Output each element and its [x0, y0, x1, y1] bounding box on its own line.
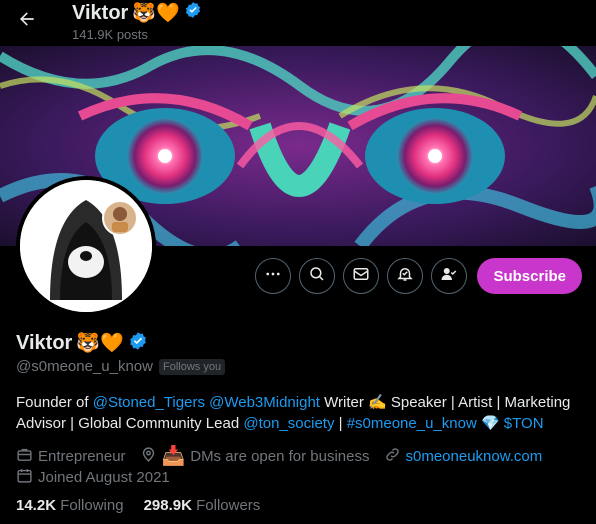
bio-mention-stoned-tigers[interactable]: @Stoned_Tigers — [93, 394, 205, 411]
following-count: 14.2K — [16, 497, 57, 514]
bio-text: Founder of — [16, 394, 93, 411]
profile-bio: Founder of @Stoned_Tigers @Web3Midnight … — [16, 392, 584, 434]
profile-name: Viktor — [16, 331, 73, 354]
location-pin-icon — [140, 446, 157, 467]
profile-handle-row: @s0meone_u_know Follows you — [16, 358, 226, 375]
bio-text: | — [334, 415, 347, 432]
profile-actions: Subscribe — [255, 258, 582, 294]
followers-link[interactable]: 298.9K Followers — [144, 497, 261, 514]
followers-count: 298.9K — [143, 497, 192, 514]
following-button[interactable] — [431, 258, 468, 294]
bio-text: 💎 — [476, 415, 504, 432]
header-title-row: Viktor 🐯🧡 — [72, 0, 202, 26]
bio-cashtag-ton[interactable]: $TON — [504, 415, 544, 432]
more-dots-icon — [264, 265, 282, 288]
verified-badge-icon — [184, 1, 202, 25]
following-label: Following — [60, 497, 124, 514]
website-link[interactable]: s0meoneuknow.com — [406, 448, 543, 465]
search-icon — [308, 265, 326, 288]
website-item: s0meoneuknow.com — [384, 446, 543, 467]
profile-name-row: Viktor 🐯🧡 — [16, 330, 148, 356]
search-button[interactable] — [299, 258, 336, 294]
profile-handle: @s0meone_u_know — [16, 358, 153, 375]
joined-item: Joined August 2021 — [16, 467, 170, 488]
posts-count: 141.9K posts — [72, 27, 148, 42]
subscribe-button[interactable]: Subscribe — [477, 258, 582, 294]
following-link[interactable]: 14.2K Following — [16, 497, 124, 514]
bell-check-icon — [396, 265, 414, 288]
name-emojis: 🐯🧡 — [76, 331, 124, 354]
bio-hashtag[interactable]: #s0meone_u_know — [347, 415, 477, 432]
joined-text: Joined August 2021 — [38, 469, 170, 486]
bio-mention-ton-society[interactable]: @ton_society — [243, 415, 334, 432]
inbox-emoji-icon: 📥 — [161, 445, 186, 467]
link-icon — [384, 446, 401, 467]
top-bar: Viktor 🐯🧡 141.9K posts — [0, 0, 596, 46]
location-text: DMs are open for business — [190, 448, 370, 465]
followers-label: Followers — [196, 497, 261, 514]
person-check-icon — [440, 265, 458, 288]
avatar-image — [20, 180, 152, 312]
header-title: Viktor — [72, 1, 129, 24]
header-emojis: 🐯🧡 — [132, 1, 180, 24]
profile-avatar[interactable] — [16, 176, 156, 316]
bio-mention-web3midnight[interactable]: @Web3Midnight — [209, 394, 320, 411]
follows-you-badge: Follows you — [158, 358, 226, 375]
follow-counts: 14.2K Following 298.9K Followers — [16, 497, 260, 514]
location-item: 📥 DMs are open for business — [140, 446, 370, 467]
verified-badge-icon[interactable] — [128, 331, 148, 356]
category-text: Entrepreneur — [38, 448, 126, 465]
profile-meta: Entrepreneur 📥 DMs are open for business… — [16, 446, 584, 488]
calendar-icon — [16, 467, 33, 488]
more-button[interactable] — [255, 258, 292, 294]
message-button[interactable] — [343, 258, 380, 294]
arrow-left-icon — [17, 9, 37, 34]
category-item: Entrepreneur — [16, 446, 126, 467]
back-button[interactable] — [10, 4, 44, 38]
envelope-icon — [352, 265, 370, 288]
briefcase-icon — [16, 446, 33, 467]
notifications-button[interactable] — [387, 258, 424, 294]
